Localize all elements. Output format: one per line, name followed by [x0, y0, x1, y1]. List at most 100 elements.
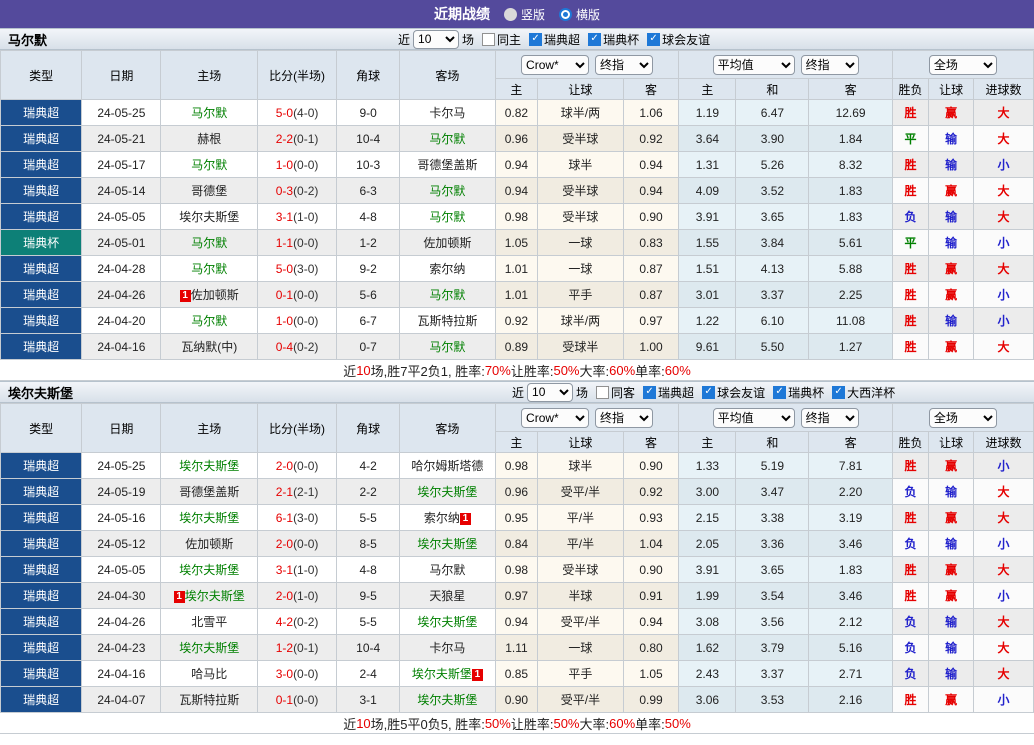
checkbox-icon[interactable]	[529, 32, 543, 46]
league-filter[interactable]: 瑞典超	[643, 384, 694, 401]
result-value: 胜	[904, 459, 917, 473]
corners-cell: 1-2	[336, 229, 401, 256]
handicap-line-cell: 平手	[537, 281, 624, 308]
avg-draw-cell: 3.90	[735, 125, 810, 152]
sub-column-header: 主	[494, 431, 539, 453]
team-link[interactable]: 哈尔姆斯塔德	[411, 459, 483, 473]
team-link[interactable]: 马尔默	[429, 132, 465, 146]
odds-group-header: 全场	[891, 403, 1034, 432]
team-link[interactable]: 佐加顿斯	[191, 288, 239, 302]
summary-segment: 50%	[484, 715, 511, 731]
recent-results-panel: 近期战绩 竖版 横版 马尔默近10场同主瑞典超瑞典杯球会友谊类型日期主场比分(半…	[0, 0, 1034, 734]
team-link[interactable]: 马尔默	[191, 158, 227, 172]
team-link[interactable]: 哈马比	[191, 667, 227, 681]
match-count-select[interactable]: 10	[413, 29, 460, 49]
odds-away-cell: 0.97	[622, 307, 680, 334]
score-cell: 1-0(0-0)	[256, 151, 338, 178]
average-select[interactable]: 平均值	[712, 407, 795, 428]
avg-draw-cell: 3.79	[735, 634, 810, 661]
checkbox-icon[interactable]	[588, 32, 602, 46]
result-value: 负	[904, 615, 917, 629]
checkbox-icon[interactable]	[832, 385, 846, 399]
league-filter[interactable]: 球会友谊	[702, 384, 765, 401]
team-link[interactable]: 瓦纳默(中)	[181, 340, 237, 354]
team-link[interactable]: 赫根	[197, 132, 221, 146]
team-link[interactable]: 瓦斯特拉斯	[417, 314, 477, 328]
team-link[interactable]: 佐加顿斯	[185, 537, 233, 551]
away-team-cell: 马尔默	[399, 333, 496, 360]
result-value: 赢	[945, 106, 958, 120]
final-odds-select[interactable]: 终指	[595, 54, 654, 75]
same-venue-filter[interactable]: 同主	[482, 31, 521, 48]
fulltime-score: 0-3	[275, 183, 294, 198]
scope-select[interactable]: 全场	[928, 54, 997, 75]
layout-radio-vertical[interactable]: 竖版	[503, 6, 545, 23]
checkbox-icon[interactable]	[647, 32, 661, 46]
team-link[interactable]: 埃尔夫斯堡	[179, 459, 239, 473]
team-link[interactable]: 埃尔夫斯堡	[417, 537, 477, 551]
team-link[interactable]: 埃尔夫斯堡	[412, 667, 472, 681]
score-cell: 1-2(0-1)	[256, 634, 338, 661]
match-count-select[interactable]: 10	[527, 382, 574, 402]
team-link[interactable]: 埃尔夫斯堡	[179, 511, 239, 525]
team-link[interactable]: 卡尔马	[429, 106, 465, 120]
team-link[interactable]: 埃尔夫斯堡	[185, 589, 245, 603]
same-venue-filter[interactable]: 同客	[596, 384, 635, 401]
team-link[interactable]: 哥德堡	[191, 184, 227, 198]
avg-final-odds-select[interactable]: 终指	[800, 407, 859, 428]
league-filter[interactable]: 瑞典杯	[773, 384, 824, 401]
team-link[interactable]: 马尔默	[191, 262, 227, 276]
team-link[interactable]: 马尔默	[429, 288, 465, 302]
team-link[interactable]: 马尔默	[191, 236, 227, 250]
team-link[interactable]: 卡尔马	[429, 641, 465, 655]
team-link[interactable]: 天狼星	[429, 589, 465, 603]
checkbox-icon[interactable]	[643, 385, 657, 399]
radio-icon[interactable]	[559, 7, 572, 21]
result-value: 大	[997, 262, 1010, 276]
scope-select[interactable]: 全场	[928, 407, 997, 428]
league-filter[interactable]: 瑞典杯	[588, 31, 639, 48]
result-value: 小	[997, 459, 1010, 473]
team-link[interactable]: 埃尔夫斯堡	[179, 563, 239, 577]
team-link[interactable]: 瓦斯特拉斯	[179, 693, 239, 707]
result-wdl-cell: 胜	[891, 686, 930, 713]
halftime-score: (1-0)	[293, 588, 319, 603]
bookmaker-select[interactable]: Crow*	[521, 407, 590, 428]
result-value: 大	[997, 485, 1010, 499]
final-odds-select[interactable]: 终指	[595, 407, 654, 428]
layout-radio-horizontal[interactable]: 横版	[559, 6, 600, 23]
away-team-cell: 埃尔夫斯堡	[399, 530, 496, 557]
team-link[interactable]: 索尔纳	[429, 262, 465, 276]
result-goals-cell: 小	[972, 229, 1034, 256]
team-link[interactable]: 佐加顿斯	[423, 236, 471, 250]
team-link[interactable]: 北雪平	[191, 615, 227, 629]
checkbox-icon[interactable]	[773, 385, 787, 399]
team-link[interactable]: 马尔默	[429, 210, 465, 224]
team-link[interactable]: 马尔默	[429, 563, 465, 577]
bookmaker-select[interactable]: Crow*	[521, 54, 590, 75]
team-link[interactable]: 马尔默	[191, 314, 227, 328]
team-link[interactable]: 埃尔夫斯堡	[417, 693, 477, 707]
team-link[interactable]: 哥德堡盖斯	[179, 485, 239, 499]
team-link[interactable]: 马尔默	[191, 106, 227, 120]
checkbox-icon[interactable]	[702, 385, 716, 399]
result-value: 小	[997, 589, 1010, 603]
team-link[interactable]: 埃尔夫斯堡	[417, 615, 477, 629]
league-filter[interactable]: 大西洋杯	[832, 384, 895, 401]
league-filter[interactable]: 瑞典超	[529, 31, 580, 48]
team-link[interactable]: 埃尔夫斯堡	[179, 641, 239, 655]
league-filter[interactable]: 球会友谊	[647, 31, 710, 48]
team-link[interactable]: 索尔纳	[424, 511, 460, 525]
team-link[interactable]: 马尔默	[429, 184, 465, 198]
average-select[interactable]: 平均值	[712, 54, 795, 75]
handicap-line-cell: 平/半	[537, 530, 624, 557]
avg-final-odds-select[interactable]: 终指	[800, 54, 859, 75]
team-link[interactable]: 马尔默	[429, 340, 465, 354]
radio-icon[interactable]	[503, 7, 517, 21]
team-link[interactable]: 哥德堡盖斯	[417, 158, 477, 172]
checkbox-icon[interactable]	[482, 32, 496, 46]
avg-draw-cell: 3.65	[735, 203, 810, 230]
checkbox-icon[interactable]	[596, 385, 610, 399]
team-link[interactable]: 埃尔夫斯堡	[417, 485, 477, 499]
team-link[interactable]: 埃尔夫斯堡	[179, 210, 239, 224]
